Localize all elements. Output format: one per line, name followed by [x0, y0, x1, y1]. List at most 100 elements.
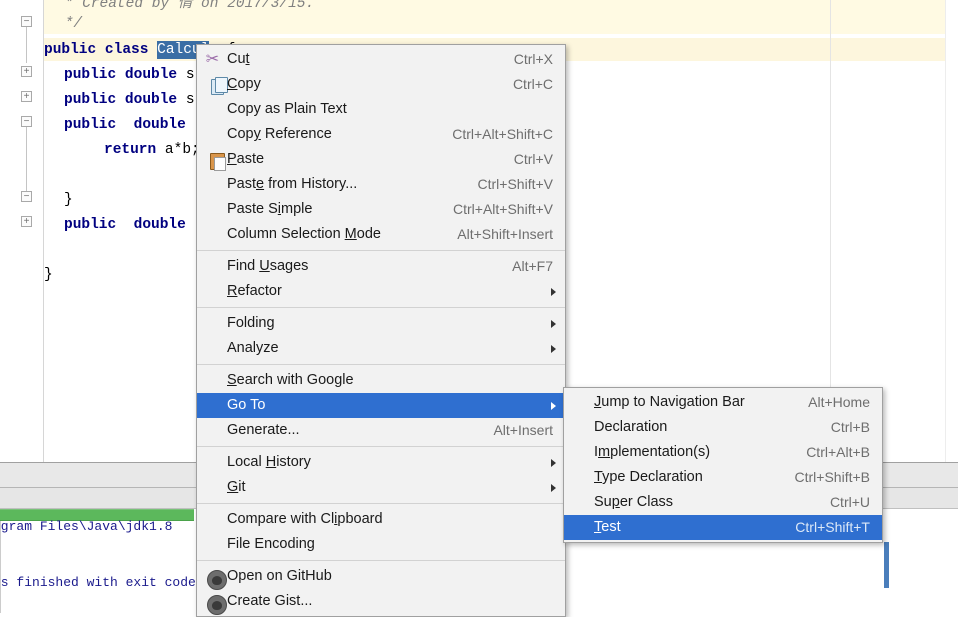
- code-token: return: [104, 142, 165, 158]
- menu-separator: [197, 250, 565, 251]
- menu-item-shortcut: Ctrl+C: [512, 76, 553, 92]
- goto-item-jump-to-navigation-bar[interactable]: Jump to Navigation Bar Alt+Home: [564, 390, 882, 415]
- submenu-arrow-icon: [551, 320, 556, 328]
- editor-marker-strip[interactable]: [945, 0, 958, 462]
- menu-item-cut[interactable]: ✂ Cut Ctrl+X: [197, 47, 565, 72]
- code-line: return a*b;: [104, 138, 200, 163]
- menu-item-search-with-google[interactable]: Search with Google: [197, 368, 565, 393]
- menu-separator: [197, 503, 565, 504]
- menu-item-label: Cut: [227, 51, 250, 67]
- menu-item-shortcut: Alt+Insert: [493, 422, 553, 438]
- code-line: public double s: [64, 88, 195, 113]
- menu-item-label: Implementation(s): [594, 444, 711, 460]
- menu-item-open-on-github[interactable]: Open on GitHub: [197, 564, 565, 590]
- menu-item-label: Go To: [227, 397, 266, 413]
- code-token: public double: [64, 92, 186, 108]
- menu-item-label: Analyze: [227, 340, 279, 356]
- console-line: Process finished with exit code 0: [0, 575, 211, 590]
- menu-item-column-selection-mode[interactable]: Column Selection Mode Alt+Shift+Insert: [197, 222, 565, 247]
- menu-item-label: Local History: [227, 454, 311, 470]
- menu-item-shortcut: Ctrl+Alt+Shift+V: [453, 201, 553, 217]
- menu-separator: [197, 364, 565, 365]
- paste-icon: [203, 150, 226, 171]
- code-line: public double s: [64, 63, 195, 88]
- github-icon: [203, 592, 227, 615]
- menu-item-label: Copy: [227, 76, 261, 92]
- menu-item-generate[interactable]: Generate... Alt+Insert: [197, 418, 565, 443]
- menu-item-shortcut: Ctrl+V: [513, 151, 553, 167]
- menu-item-label: Jump to Navigation Bar: [594, 394, 745, 410]
- menu-item-local-history[interactable]: Local History: [197, 450, 565, 475]
- editor-context-menu[interactable]: ✂ Cut Ctrl+X Copy Ctrl+C Copy as Plain Text Co…: [196, 44, 566, 617]
- submenu-arrow-icon: [551, 459, 556, 467]
- fold-toggle-icon[interactable]: +: [21, 66, 32, 77]
- goto-item-type-declaration[interactable]: Type Declaration Ctrl+Shift+B: [564, 465, 882, 490]
- menu-item-copy-as-plain-text[interactable]: Copy as Plain Text: [197, 97, 565, 122]
- menu-separator: [197, 307, 565, 308]
- menu-item-label: Generate...: [227, 422, 300, 438]
- code-token: a*b;: [164, 142, 200, 158]
- code-token: }: [44, 267, 53, 283]
- submenu-arrow-icon: [551, 484, 556, 492]
- menu-item-create-gist[interactable]: Create Gist...: [197, 589, 565, 615]
- menu-item-file-encoding[interactable]: File Encoding: [197, 532, 565, 557]
- code-token: s: [185, 92, 195, 108]
- menu-item-shortcut: Alt+Shift+Insert: [457, 226, 553, 242]
- goto-submenu[interactable]: Jump to Navigation Bar Alt+Home Declaratio…: [563, 387, 883, 543]
- console-line: C:\Program Files\Java\jdk1.8: [0, 519, 173, 534]
- menu-item-shortcut: Ctrl+Alt+Shift+C: [452, 126, 553, 142]
- fold-toggle-icon[interactable]: +: [21, 216, 32, 227]
- menu-item-label: Search with Google: [227, 372, 354, 388]
- fold-toggle-icon[interactable]: −: [21, 116, 32, 127]
- fold-toggle-icon[interactable]: −: [21, 191, 32, 202]
- goto-item-test[interactable]: Test Ctrl+Shift+T: [564, 515, 882, 540]
- code-token: public double: [64, 67, 186, 83]
- menu-item-label: Super Class: [594, 494, 674, 510]
- menu-item-compare-with-clipboard[interactable]: Compare with Clipboard: [197, 507, 565, 532]
- menu-item-analyze[interactable]: Analyze: [197, 336, 565, 361]
- menu-item-label: Copy Reference: [227, 126, 332, 142]
- copy-icon: [203, 75, 228, 95]
- console-scrollbar-thumb[interactable]: [884, 542, 889, 588]
- code-line: */: [56, 12, 82, 37]
- menu-item-go-to[interactable]: Go To: [197, 393, 565, 418]
- menu-item-shortcut: Ctrl+Shift+T: [795, 519, 870, 535]
- goto-item-implementation-s[interactable]: Implementation(s) Ctrl+Alt+B: [564, 440, 882, 465]
- code-line: }: [64, 188, 73, 213]
- menu-item-label: Create Gist...: [227, 593, 313, 609]
- menu-item-label: Compare with Clipboard: [227, 511, 383, 527]
- menu-item-shortcut: Ctrl+Alt+B: [806, 444, 870, 460]
- menu-item-shortcut: Ctrl+Shift+B: [794, 469, 870, 485]
- code-token: }: [64, 192, 73, 208]
- code-line: public double: [64, 113, 195, 138]
- menu-item-refactor[interactable]: Refactor: [197, 279, 565, 304]
- menu-item-paste-simple[interactable]: Paste Simple Ctrl+Alt+Shift+V: [197, 197, 565, 222]
- menu-item-label: Declaration: [594, 419, 668, 435]
- fold-toggle-icon[interactable]: +: [21, 91, 32, 102]
- menu-item-paste-from-history[interactable]: Paste from History... Ctrl+Shift+V: [197, 172, 565, 197]
- code-line: }: [44, 263, 53, 288]
- menu-item-label: Copy as Plain Text: [227, 101, 347, 117]
- menu-item-git[interactable]: Git: [197, 475, 565, 500]
- editor-gutter[interactable]: − + + − − +: [0, 0, 44, 462]
- menu-item-label: Paste Simple: [227, 201, 313, 217]
- menu-item-shortcut: Ctrl+U: [829, 494, 870, 510]
- github-icon: [203, 567, 227, 590]
- code-token: s: [185, 67, 195, 83]
- fold-stem: [26, 127, 27, 191]
- goto-item-super-class[interactable]: Super Class Ctrl+U: [564, 490, 882, 515]
- menu-item-label: Column Selection Mode: [227, 226, 381, 242]
- submenu-arrow-icon: [551, 402, 556, 410]
- menu-item-folding[interactable]: Folding: [197, 311, 565, 336]
- menu-item-label: Refactor: [227, 283, 282, 299]
- submenu-arrow-icon: [551, 345, 556, 353]
- menu-item-copy[interactable]: Copy Ctrl+C: [197, 72, 565, 97]
- code-token: public double: [64, 217, 186, 233]
- menu-item-shortcut: Ctrl+Shift+V: [477, 176, 553, 192]
- menu-item-find-usages[interactable]: Find Usages Alt+F7: [197, 254, 565, 279]
- goto-item-declaration[interactable]: Declaration Ctrl+B: [564, 415, 882, 440]
- menu-item-copy-reference[interactable]: Copy Reference Ctrl+Alt+Shift+C: [197, 122, 565, 147]
- code-token: public double: [64, 117, 195, 133]
- menu-item-paste[interactable]: Paste Ctrl+V: [197, 147, 565, 172]
- fold-toggle-icon[interactable]: −: [21, 16, 32, 27]
